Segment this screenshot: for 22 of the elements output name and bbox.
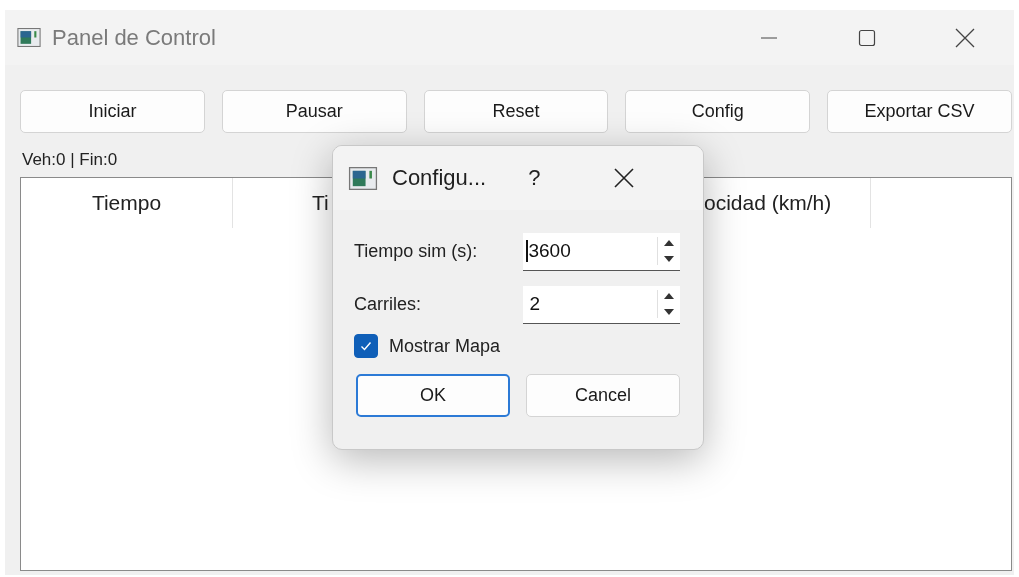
field-label: Carriles: [354, 294, 422, 315]
toolbar-button[interactable]: Iniciar [20, 90, 205, 133]
number-spinbox[interactable]: 2 [523, 285, 680, 324]
help-button[interactable]: ? [528, 165, 541, 191]
toolbar-button[interactable]: Exportar CSV [827, 90, 1012, 133]
status-label: Veh:0 | Fin:0 [22, 150, 119, 171]
toolbar-button[interactable]: Config [625, 90, 811, 133]
close-icon[interactable] [614, 168, 635, 188]
column-header[interactable]: Tiempo [21, 178, 233, 228]
dialog-button[interactable]: Cancel [526, 374, 680, 417]
app-icon [348, 166, 378, 190]
checkbox[interactable] [354, 334, 378, 358]
number-spinbox[interactable]: 3600 [523, 232, 680, 271]
dialog-button[interactable]: OK [356, 374, 510, 417]
app-icon [17, 28, 41, 47]
field-label: Tiempo sim (s): [354, 241, 479, 262]
toolbar-button[interactable]: Reset [423, 90, 609, 133]
toolbar-button[interactable]: Pausar [221, 90, 407, 133]
window-title: Panel de Control [52, 24, 216, 51]
checkbox-label: Mostrar Mapa [389, 335, 501, 357]
checkmark-icon [359, 339, 373, 353]
dialog-title: Configu... [392, 165, 487, 191]
